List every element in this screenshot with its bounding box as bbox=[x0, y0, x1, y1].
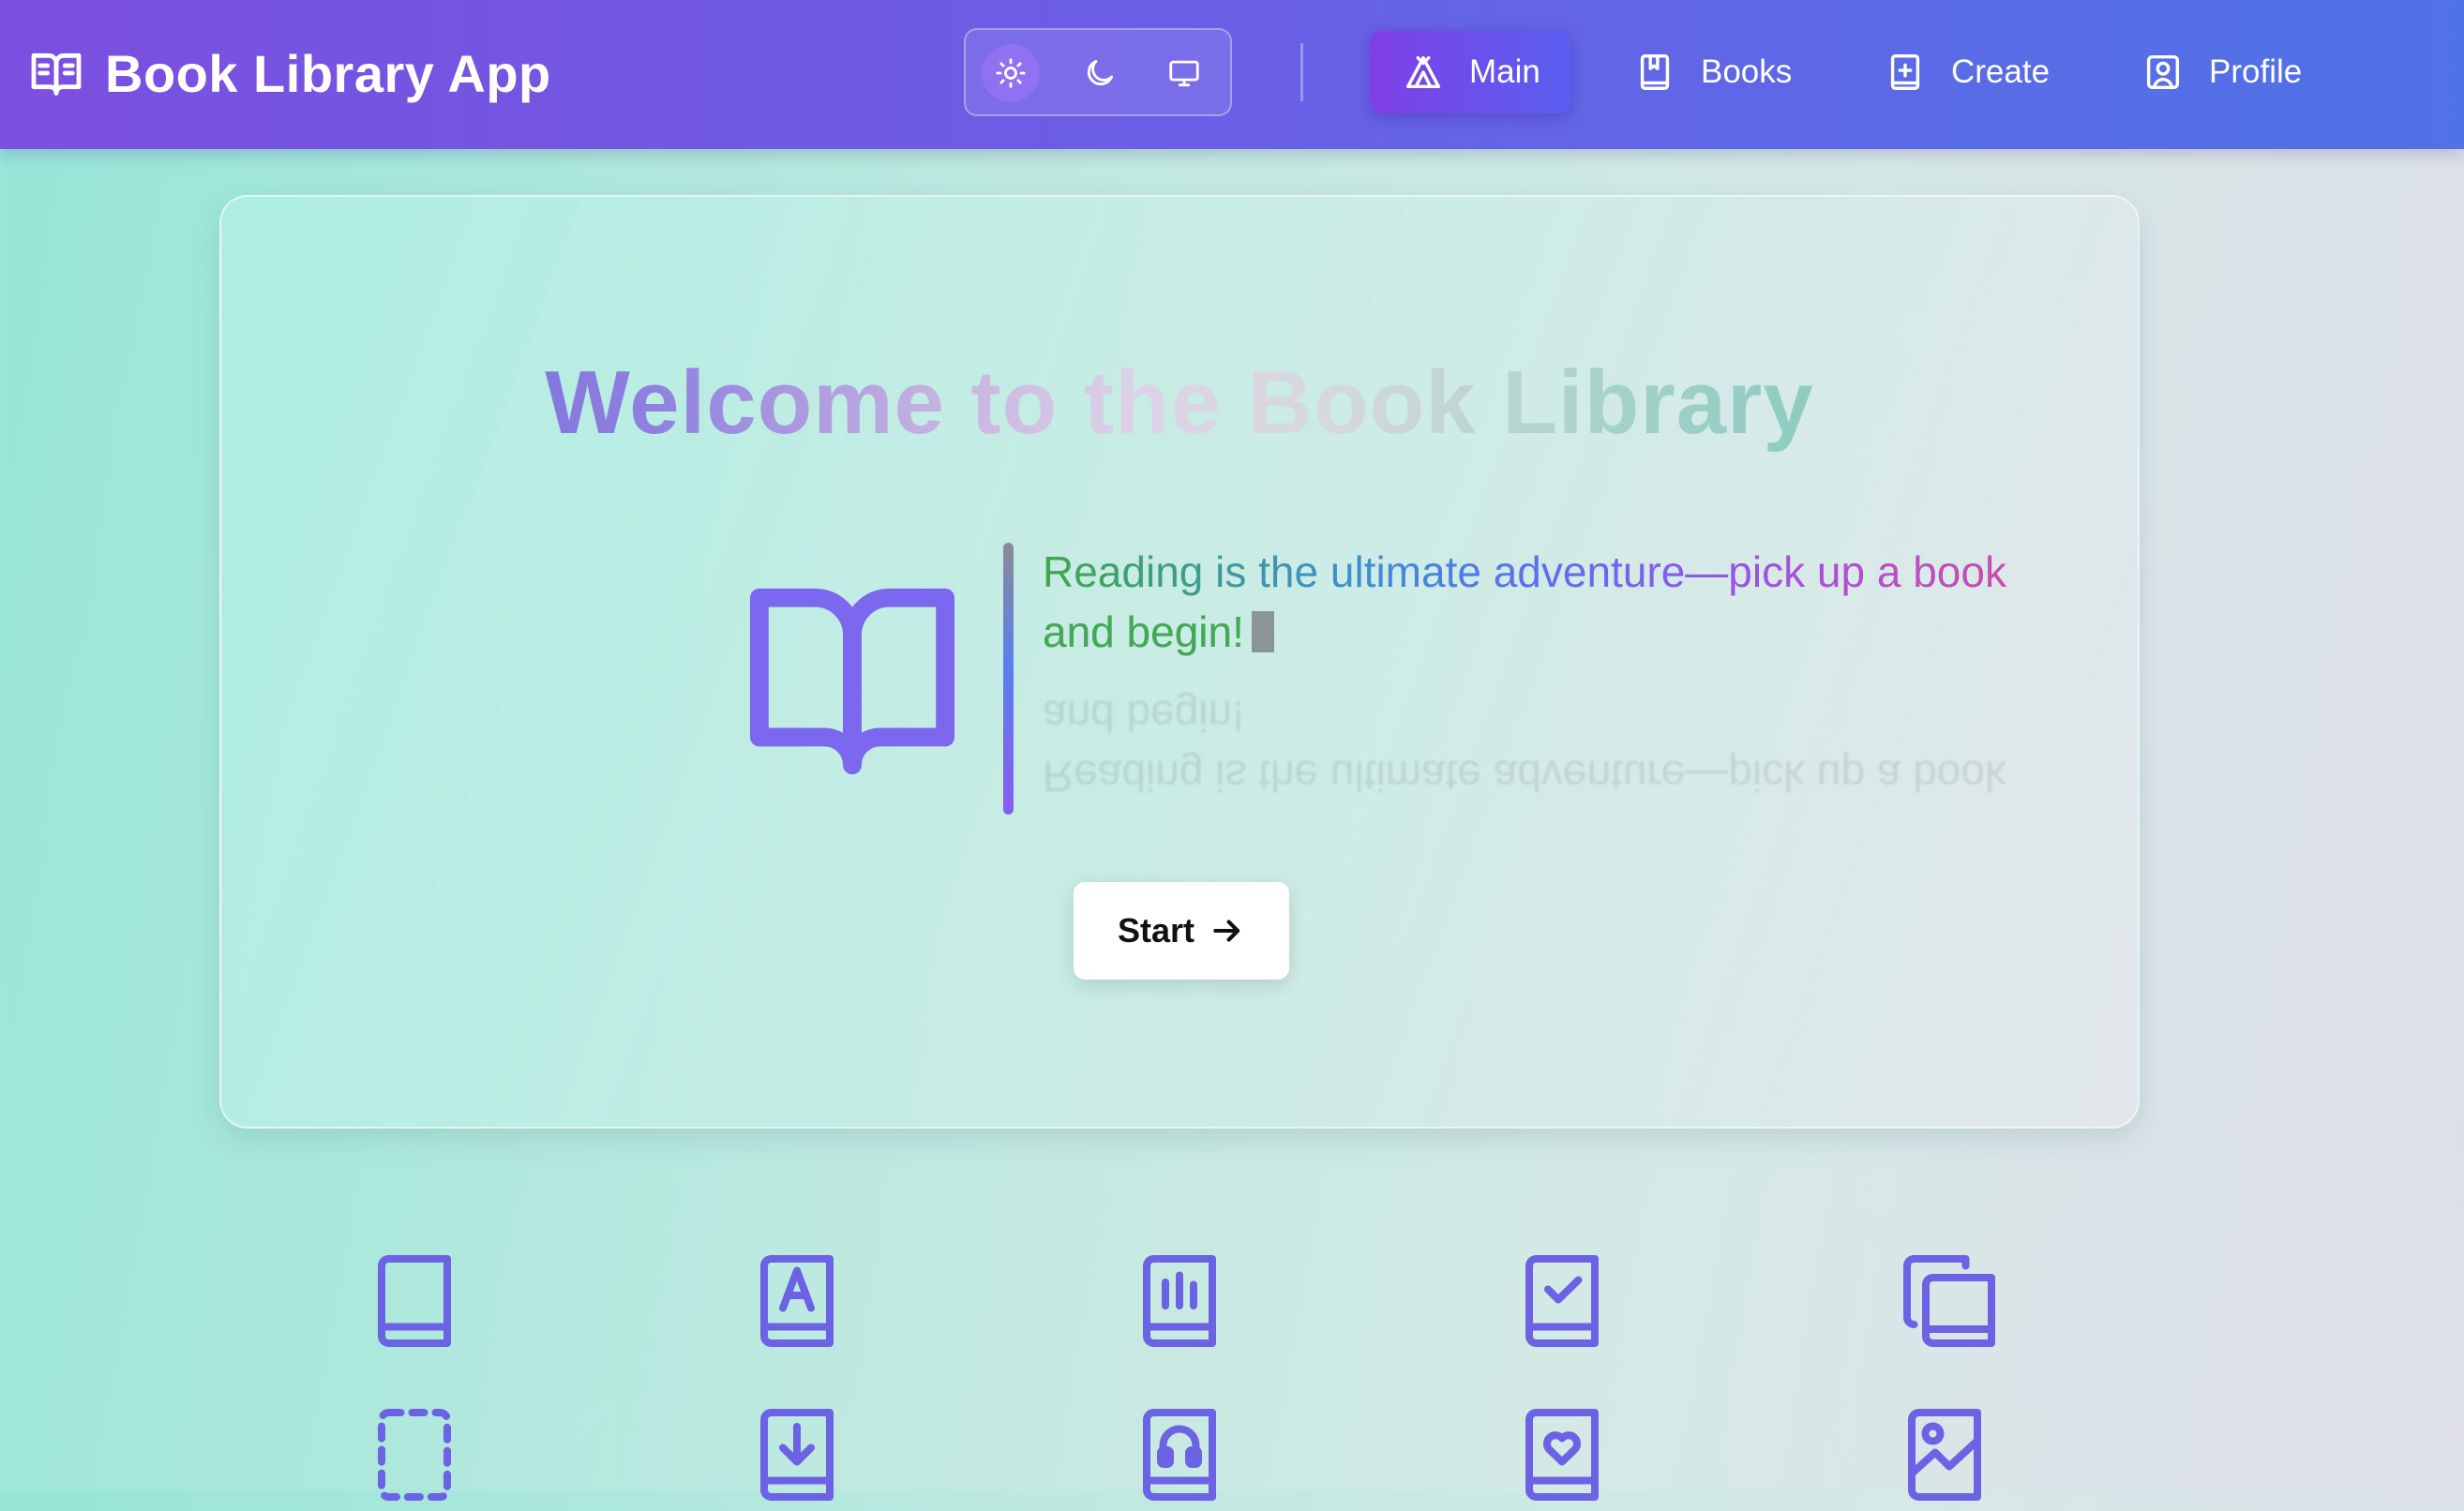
header-divider bbox=[1300, 43, 1303, 101]
light-theme-button[interactable] bbox=[982, 44, 1040, 102]
quote-line-2: and begin! bbox=[1043, 607, 1244, 656]
dark-theme-button[interactable] bbox=[1071, 44, 1129, 102]
audiobook-icon bbox=[1133, 1403, 1226, 1506]
book-check-icon bbox=[1515, 1249, 1609, 1353]
sun-icon bbox=[996, 58, 1026, 88]
nav-main[interactable]: Main bbox=[1370, 31, 1570, 113]
book-icon bbox=[368, 1249, 461, 1353]
book-dashed-icon bbox=[368, 1403, 461, 1506]
quote-line-1: Reading is the ultimate adventure—pick u… bbox=[1043, 547, 2006, 596]
nav-main-label: Main bbox=[1469, 53, 1540, 90]
nav-books[interactable]: Books bbox=[1633, 31, 1792, 113]
open-book-logo-icon bbox=[31, 52, 82, 96]
book-heart-icon bbox=[1515, 1403, 1609, 1506]
camping-tent-icon bbox=[1405, 55, 1441, 89]
bookmark-book-icon bbox=[1640, 54, 1670, 90]
book-chart-icon bbox=[1133, 1249, 1226, 1353]
book-download-icon bbox=[750, 1403, 844, 1506]
moon-icon bbox=[1087, 59, 1114, 86]
book-letter-icon bbox=[750, 1249, 844, 1353]
system-theme-button[interactable] bbox=[1155, 44, 1213, 102]
nav-books-label: Books bbox=[1701, 53, 1793, 90]
hero-quote: Reading is the ultimate adventure—pick u… bbox=[1043, 542, 2083, 662]
books-stack-icon bbox=[1898, 1249, 2001, 1353]
add-book-icon bbox=[1890, 54, 1920, 90]
top-navbar: Book Library App Main Books Create Profi… bbox=[0, 0, 2464, 149]
start-button-label: Start bbox=[1117, 911, 1195, 950]
nav-create[interactable]: Create bbox=[1884, 31, 2050, 113]
typing-cursor bbox=[1251, 611, 1274, 652]
app-title: Book Library App bbox=[105, 43, 551, 103]
brand[interactable]: Book Library App bbox=[26, 39, 551, 107]
arrow-right-icon bbox=[1213, 920, 1240, 942]
quote-reflection: Reading is the ultimate adventure—pick u… bbox=[1043, 692, 2006, 800]
nav-profile[interactable]: Profile bbox=[2141, 31, 2302, 113]
book-image-icon bbox=[1898, 1403, 1991, 1506]
nav-create-label: Create bbox=[1951, 53, 2051, 90]
theme-switcher bbox=[964, 28, 1232, 116]
welcome-title: Welcome to the Book Library bbox=[221, 352, 2138, 455]
nav-profile-label: Profile bbox=[2209, 53, 2303, 90]
start-button[interactable]: Start bbox=[1074, 882, 1289, 980]
quote-accent-bar bbox=[1003, 543, 1014, 815]
user-profile-icon bbox=[2146, 54, 2180, 90]
open-book-icon bbox=[749, 588, 955, 775]
welcome-card: Welcome to the Book Library Reading is t… bbox=[219, 195, 2140, 1129]
monitor-icon bbox=[1169, 60, 1199, 87]
